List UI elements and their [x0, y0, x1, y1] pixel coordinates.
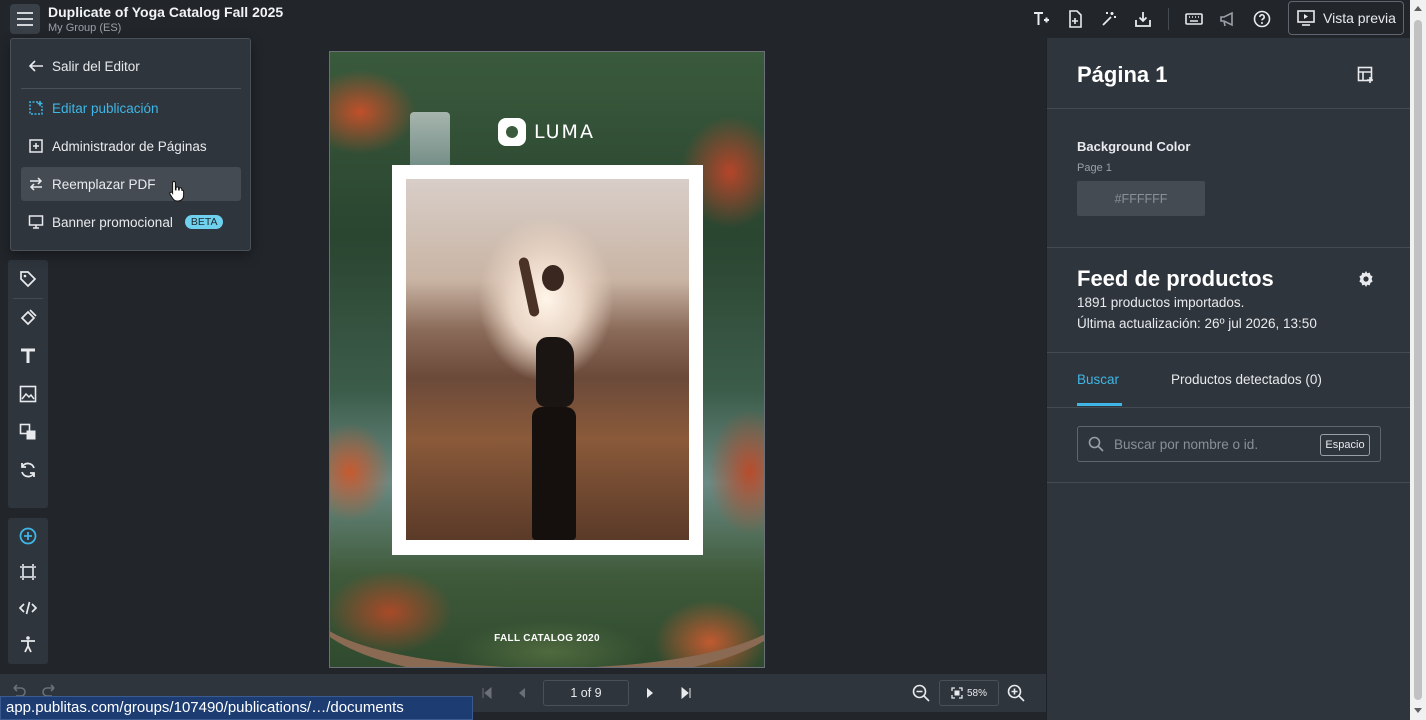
last-updated-text: Última actualización: 26º jul 2026, 13:5… — [1077, 316, 1317, 331]
menu-item-label: Salir del Editor — [52, 58, 140, 74]
toolbar-icons — [1030, 8, 1273, 30]
swap-icon — [29, 177, 43, 191]
toolbar-divider — [1168, 8, 1169, 30]
edit-publication-icon — [29, 101, 43, 115]
search-icon — [1088, 436, 1104, 452]
preview-monitor-icon — [1297, 10, 1315, 26]
editor-menu: Salir del Editor Editar publicación Admi… — [10, 38, 251, 251]
download-icon[interactable] — [1132, 8, 1154, 30]
add-circle-icon[interactable] — [8, 518, 48, 554]
yoga-woman-photo — [406, 179, 689, 540]
keyboard-icon[interactable] — [1183, 8, 1205, 30]
zoom-out-button[interactable] — [912, 684, 930, 702]
add-page-icon[interactable] — [1064, 8, 1086, 30]
group-name: My Group (ES) — [48, 22, 122, 34]
zoom-in-button[interactable] — [1007, 684, 1025, 702]
text-add-icon[interactable] — [1030, 8, 1052, 30]
brand-logo: LUMA — [498, 118, 595, 146]
menu-divider — [21, 88, 241, 89]
background-page-label: Page 1 — [1077, 162, 1112, 174]
menu-item-label: Reemplazar PDF — [52, 176, 156, 192]
preview-label: Vista previa — [1323, 10, 1396, 26]
left-toolbar-tools — [8, 260, 48, 508]
page-number-input[interactable]: 1 of 9 — [543, 680, 629, 706]
zoom-in-icon — [1007, 684, 1025, 702]
page-layout-icon[interactable] — [1357, 66, 1377, 86]
page-scrollbar[interactable] — [1410, 0, 1426, 720]
first-page-icon — [482, 687, 492, 699]
beta-badge: BETA — [184, 215, 224, 229]
menu-item-label: Editar publicación — [52, 100, 159, 116]
image-icon[interactable] — [8, 375, 48, 413]
tab-detected-products[interactable]: Productos detectados (0) — [1171, 372, 1322, 387]
photo-frame[interactable] — [392, 165, 703, 555]
last-page-button[interactable] — [677, 684, 695, 702]
menu-item-label: Banner promocional — [52, 214, 173, 230]
preview-button[interactable]: Vista previa — [1288, 1, 1404, 35]
previous-page-icon — [519, 688, 525, 698]
gear-icon[interactable] — [1357, 270, 1377, 290]
waterfall-image — [410, 112, 450, 172]
scroll-down-arrow[interactable] — [1414, 708, 1422, 713]
hamburger-menu-button[interactable] — [10, 4, 40, 34]
first-page-button[interactable] — [478, 684, 496, 702]
code-icon[interactable] — [8, 590, 48, 626]
page-title: Página 1 — [1077, 62, 1168, 87]
zoom-out-icon — [912, 684, 930, 702]
background-color-label: Background Color — [1077, 139, 1191, 154]
page-manager-icon — [29, 139, 43, 153]
next-page-button[interactable] — [641, 684, 659, 702]
hand-cursor-icon — [169, 180, 185, 202]
hamburger-icon — [17, 12, 33, 26]
next-page-icon — [647, 688, 653, 698]
logo-text: LUMA — [534, 121, 595, 143]
pen-tag-icon[interactable] — [8, 299, 48, 337]
top-bar: Duplicate of Yoga Catalog Fall 2025 My G… — [0, 0, 1426, 38]
menu-item-edit-publication[interactable]: Editar publicación — [21, 91, 241, 125]
accessibility-icon[interactable] — [8, 626, 48, 662]
luma-logo-icon — [498, 118, 526, 146]
layers-icon[interactable] — [8, 413, 48, 451]
catalog-label: FALL CATALOG 2020 — [494, 633, 600, 644]
publication-title: Duplicate of Yoga Catalog Fall 2025 — [48, 4, 284, 20]
background-color-input[interactable]: #FFFFFF — [1077, 181, 1205, 216]
products-imported-count: 1891 productos importados. — [1077, 295, 1245, 310]
background-section — [1047, 109, 1411, 248]
magic-wand-icon[interactable] — [1098, 8, 1120, 30]
active-tab-indicator — [1077, 403, 1122, 406]
tag-icon[interactable] — [8, 260, 48, 298]
search-shortcut-key: Espacio — [1320, 434, 1370, 456]
help-icon[interactable] — [1251, 8, 1273, 30]
last-page-icon — [681, 687, 691, 699]
zoom-level-display[interactable]: 58% — [939, 680, 999, 706]
text-icon[interactable] — [8, 337, 48, 375]
link-status-bar: app.publitas.com/groups/107490/publicati… — [0, 696, 473, 720]
search-placeholder: Buscar por nombre o id. — [1114, 437, 1259, 452]
arrow-left-icon — [28, 60, 43, 72]
menu-item-label: Administrador de Páginas — [52, 138, 207, 154]
tab-search[interactable]: Buscar — [1077, 372, 1119, 387]
woman-silhouette — [514, 256, 594, 540]
product-feed-title: Feed de productos — [1077, 266, 1274, 291]
menu-item-page-manager[interactable]: Administrador de Páginas — [21, 129, 241, 163]
menu-item-promo-banner[interactable]: Banner promocional BETA — [21, 205, 241, 239]
scroll-up-arrow[interactable] — [1414, 6, 1422, 11]
product-search-field[interactable]: Buscar por nombre o id. Espacio — [1077, 426, 1381, 462]
fit-screen-icon — [951, 687, 963, 699]
properties-panel: Página 1 Background Color Page 1 #FFFFFF… — [1046, 38, 1411, 720]
menu-item-replace-pdf[interactable]: Reemplazar PDF — [21, 167, 241, 201]
left-toolbar-extras — [8, 518, 48, 664]
menu-item-exit-editor[interactable]: Salir del Editor — [21, 49, 241, 83]
refresh-icon[interactable] — [8, 451, 48, 489]
zoom-value: 58% — [966, 687, 987, 699]
megaphone-icon[interactable] — [1217, 8, 1239, 30]
monitor-icon — [28, 215, 44, 229]
frame-select-icon[interactable] — [8, 554, 48, 590]
catalog-page-canvas[interactable]: LUMA FALL CATALOG 2020 — [329, 51, 765, 668]
previous-page-button[interactable] — [513, 684, 531, 702]
scroll-thumb[interactable] — [1414, 20, 1422, 700]
